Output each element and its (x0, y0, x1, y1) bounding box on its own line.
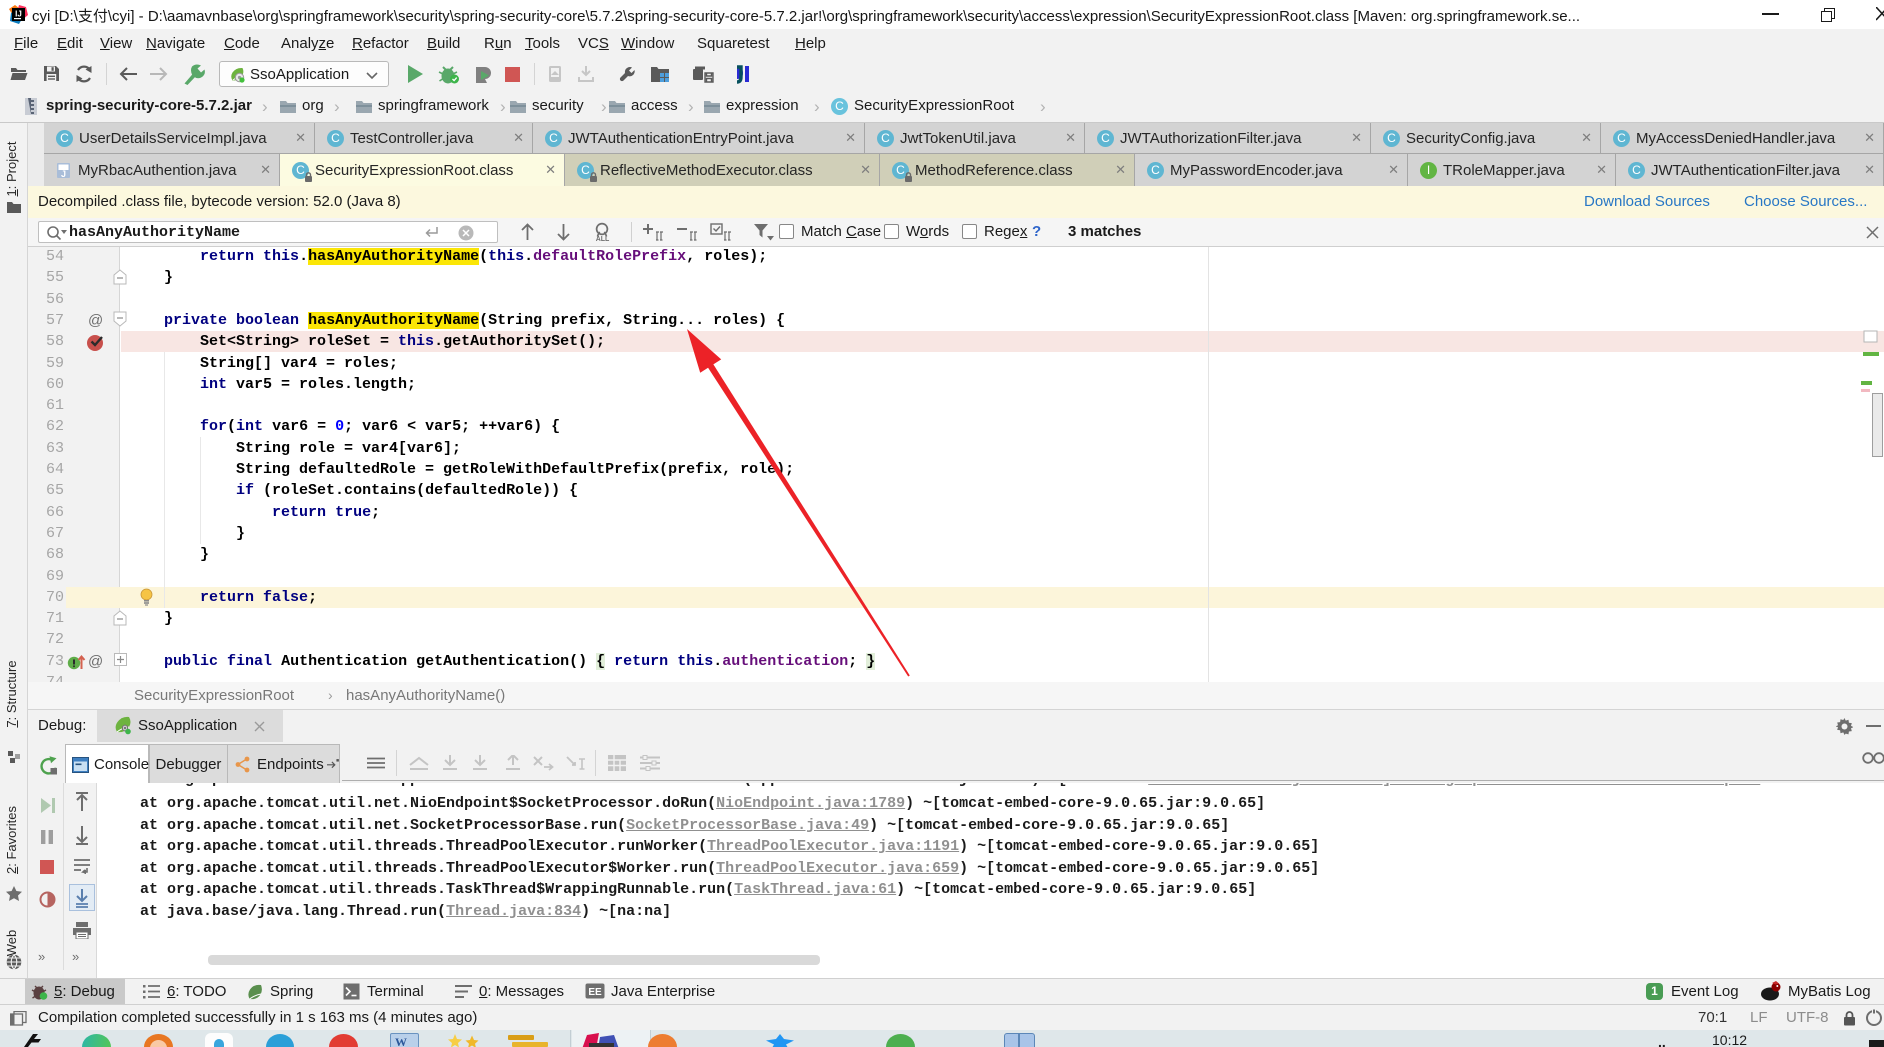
svg-text:EE: EE (588, 987, 602, 998)
svg-text:J: J (61, 169, 66, 179)
svg-text:ALL: ALL (596, 236, 610, 243)
svg-text:IJ: IJ (15, 10, 22, 19)
